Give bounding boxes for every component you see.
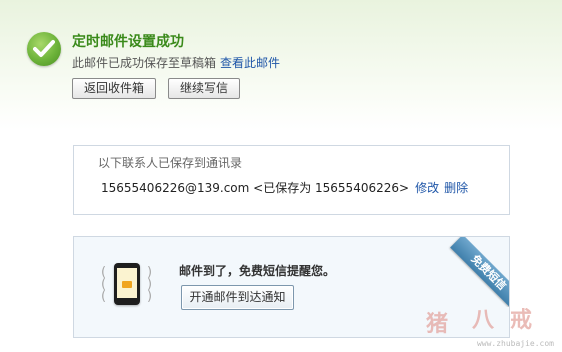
- view-mail-link[interactable]: 查看此邮件: [220, 56, 280, 70]
- vibration-left-icon: (((: [101, 265, 106, 304]
- delete-contact-link[interactable]: 删除: [444, 181, 468, 195]
- edit-contact-link[interactable]: 修改: [415, 181, 439, 195]
- sms-promo-text: 邮件到了，免费短信提醒您。: [179, 264, 336, 278]
- subtitle-text: 此邮件已成功保存至草稿箱: [72, 56, 217, 70]
- free-sms-ribbon: 免费短信: [439, 237, 509, 307]
- watermark-char: 八: [472, 308, 495, 333]
- save-status-text: 此邮件已成功保存至草稿箱 查看此邮件: [72, 54, 280, 71]
- watermark-url: www.zhubajie.com: [476, 339, 554, 348]
- watermark-char: 戒: [510, 308, 533, 333]
- contact-entry: 15655406226@139.com <已保存为 15655406226> 修改…: [101, 179, 468, 196]
- enable-arrival-notification-button[interactable]: 开通邮件到达通知: [181, 285, 294, 310]
- phone-mail-icon: [114, 263, 140, 305]
- back-to-inbox-button[interactable]: 返回收件箱: [72, 78, 156, 99]
- ribbon-label: 免费短信: [450, 237, 509, 307]
- watermark-char: 猪: [426, 312, 449, 337]
- page-title: 定时邮件设置成功: [72, 34, 184, 50]
- vibration-right-icon: ))): [147, 265, 152, 304]
- watermark-logo: 猪 八 戒 www.zhubajie.com: [424, 302, 554, 348]
- success-check-icon: [27, 32, 61, 66]
- continue-writing-button[interactable]: 继续写信: [168, 78, 240, 99]
- contact-entry-text: 15655406226@139.com <已保存为 15655406226>: [101, 181, 410, 195]
- saved-contacts-panel: 以下联系人已保存到通讯录 15655406226@139.com <已保存为 1…: [73, 145, 510, 215]
- contacts-title: 以下联系人已保存到通讯录: [98, 156, 243, 170]
